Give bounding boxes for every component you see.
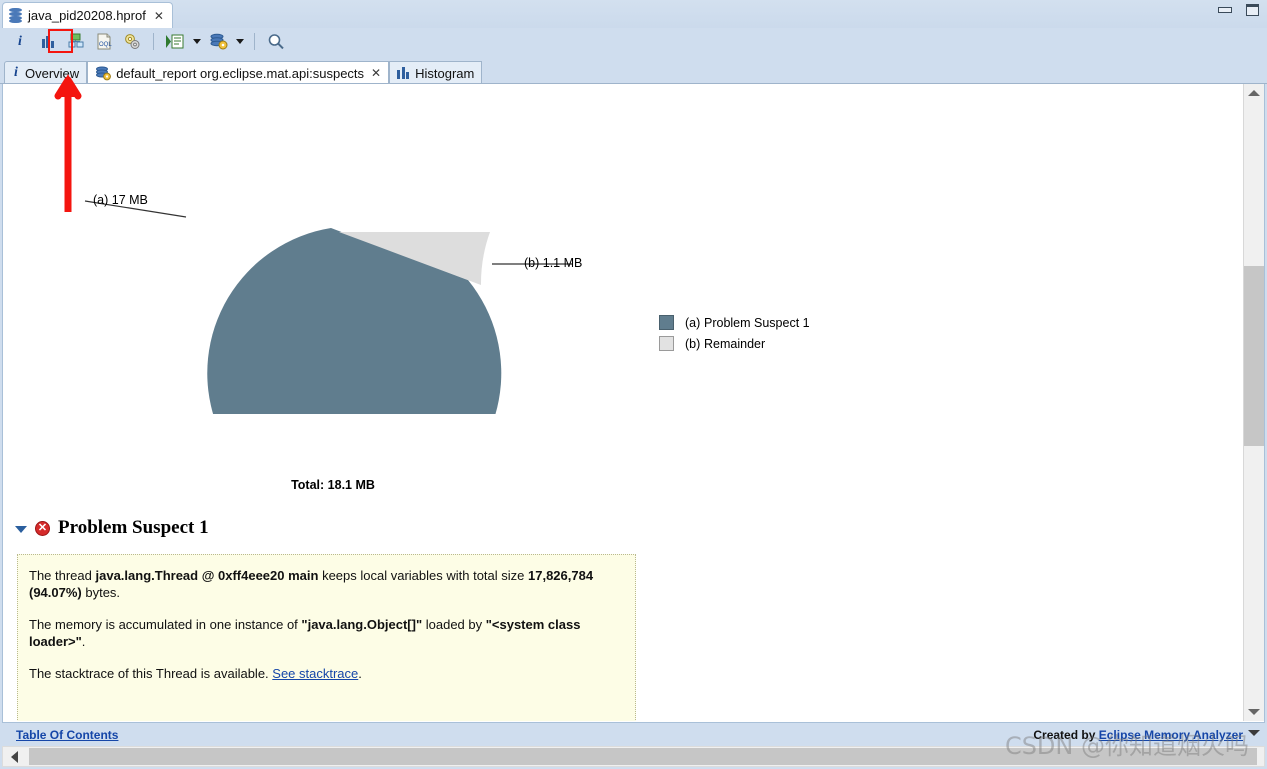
- pie-chart-legend: (a) Problem Suspect 1 (b) Remainder: [659, 312, 810, 354]
- tab-histogram-label: Histogram: [415, 65, 475, 81]
- retained-size-pie-chart: (a) 17 MB (b) 1.1 MB (a) Problem Suspect …: [3, 84, 1243, 521]
- bar-chart-icon: [397, 67, 410, 79]
- editor-tab-label: java_pid20208.hprof: [28, 8, 146, 23]
- editor-toolbar: i OQL: [0, 28, 1267, 55]
- tab-default-report-suspects[interactable]: default_report org.eclipse.mat.api:suspe…: [87, 61, 390, 84]
- chevron-down-icon: [235, 39, 244, 44]
- report-footer: Table Of Contents Created by Eclipse Mem…: [2, 724, 1265, 746]
- overview-info-button[interactable]: i: [8, 31, 32, 53]
- info-icon: i: [14, 65, 18, 80]
- accumulating-class: "java.lang.Object[]": [301, 617, 423, 632]
- horizontal-scrollbar[interactable]: [2, 746, 1265, 767]
- tab-default-report-label: default_report org.eclipse.mat.api:suspe…: [116, 65, 365, 81]
- vertical-scrollbar-thumb[interactable]: [1244, 266, 1264, 446]
- close-icon[interactable]: ✕: [152, 10, 164, 22]
- window-controls: [1218, 4, 1259, 16]
- eclipse-memory-analyzer-link[interactable]: Eclipse Memory Analyzer: [1099, 728, 1243, 742]
- pie-chart-svg: [84, 200, 573, 521]
- view-tab-bar: i Overview default_report org.eclipse.ma…: [0, 60, 1267, 84]
- report-scroll-content: (a) 17 MB (b) 1.1 MB (a) Problem Suspect …: [3, 84, 1243, 721]
- oql-button[interactable]: OQL: [92, 31, 116, 53]
- tab-histogram[interactable]: Histogram: [389, 61, 483, 84]
- legend-item-problem-suspect-1: (a) Problem Suspect 1: [659, 312, 810, 333]
- gears-icon: [125, 34, 140, 49]
- find-button[interactable]: [264, 31, 288, 53]
- chevron-down-icon[interactable]: [1248, 730, 1260, 736]
- report-content-area: (a) 17 MB (b) 1.1 MB (a) Problem Suspect …: [2, 84, 1265, 723]
- svg-text:OQL: OQL: [99, 42, 112, 48]
- thread-identifier: java.lang.Thread @ 0xff4eee20 main: [95, 568, 319, 583]
- info-icon: i: [18, 33, 22, 49]
- legend-label-problem-suspect-1: Problem Suspect 1: [704, 315, 810, 330]
- search-icon: [268, 34, 284, 50]
- run-report-icon: [166, 34, 184, 49]
- report-icon: [96, 66, 112, 80]
- editor-tab-heap-dump[interactable]: java_pid20208.hprof ✕: [2, 2, 173, 28]
- callout-label-a: (a) 17 MB: [93, 193, 148, 207]
- suspect-paragraph-2: The memory is accumulated in one instanc…: [29, 617, 581, 649]
- callout-label-b: (b) 1.1 MB: [524, 256, 583, 270]
- vertical-scrollbar[interactable]: [1243, 84, 1264, 721]
- oql-document-icon: OQL: [97, 33, 112, 50]
- toolbar-separator-2: [254, 33, 255, 50]
- error-icon: ✕: [35, 520, 50, 536]
- inspector-button[interactable]: [120, 31, 144, 53]
- see-stacktrace-link[interactable]: See stacktrace: [272, 666, 358, 681]
- keywords-heading: Keywords: [29, 719, 623, 722]
- table-of-contents-link[interactable]: Table Of Contents: [16, 728, 118, 742]
- legend-key-a: (a): [685, 315, 701, 330]
- window-titlebar: java_pid20208.hprof ✕: [0, 0, 1267, 28]
- application-window: java_pid20208.hprof ✕ i OQL i Overview d…: [0, 0, 1267, 769]
- query-browser-dropdown[interactable]: [234, 31, 245, 53]
- pie-chart-total-label: Total: 18.1 MB: [291, 478, 375, 492]
- close-icon[interactable]: ✕: [369, 67, 381, 79]
- heap-dump-icon: [9, 8, 22, 23]
- legend-swatch-problem-suspect-1: [659, 315, 674, 330]
- page-title: Problem Suspect 1: [58, 517, 209, 538]
- chevron-up-icon[interactable]: [1248, 90, 1260, 96]
- chevron-left-icon[interactable]: [11, 751, 18, 763]
- problem-suspect-description-box: The thread java.lang.Thread @ 0xff4eee20…: [17, 554, 636, 721]
- created-by-text: Created by Eclipse Memory Analyzer: [1033, 728, 1243, 742]
- maximize-button[interactable]: [1246, 4, 1259, 16]
- annotation-highlight-box: [48, 29, 73, 53]
- chevron-down-icon[interactable]: [1248, 709, 1260, 715]
- legend-swatch-remainder: [659, 336, 674, 351]
- minimize-button[interactable]: [1218, 7, 1232, 13]
- tab-overview-label: Overview: [25, 65, 80, 81]
- legend-key-b: (b): [685, 336, 701, 351]
- horizontal-scrollbar-thumb[interactable]: [29, 748, 1257, 765]
- query-browser-icon: [210, 33, 227, 50]
- problem-suspect-section-header[interactable]: ✕ Problem Suspect 1: [15, 517, 209, 539]
- run-expert-system-button[interactable]: [163, 31, 187, 53]
- tab-overview[interactable]: i Overview: [4, 61, 88, 84]
- chevron-down-icon: [192, 39, 201, 44]
- legend-item-remainder: (b) Remainder: [659, 333, 810, 354]
- query-browser-button[interactable]: [206, 31, 230, 53]
- legend-label-remainder: Remainder: [704, 336, 766, 351]
- chevron-down-icon[interactable]: [15, 526, 27, 533]
- toolbar-separator-1: [153, 33, 154, 50]
- suspect-paragraph-1: The thread java.lang.Thread @ 0xff4eee20…: [29, 568, 594, 600]
- suspect-paragraph-3: The stacktrace of this Thread is availab…: [29, 666, 362, 681]
- run-expert-system-dropdown[interactable]: [191, 31, 202, 53]
